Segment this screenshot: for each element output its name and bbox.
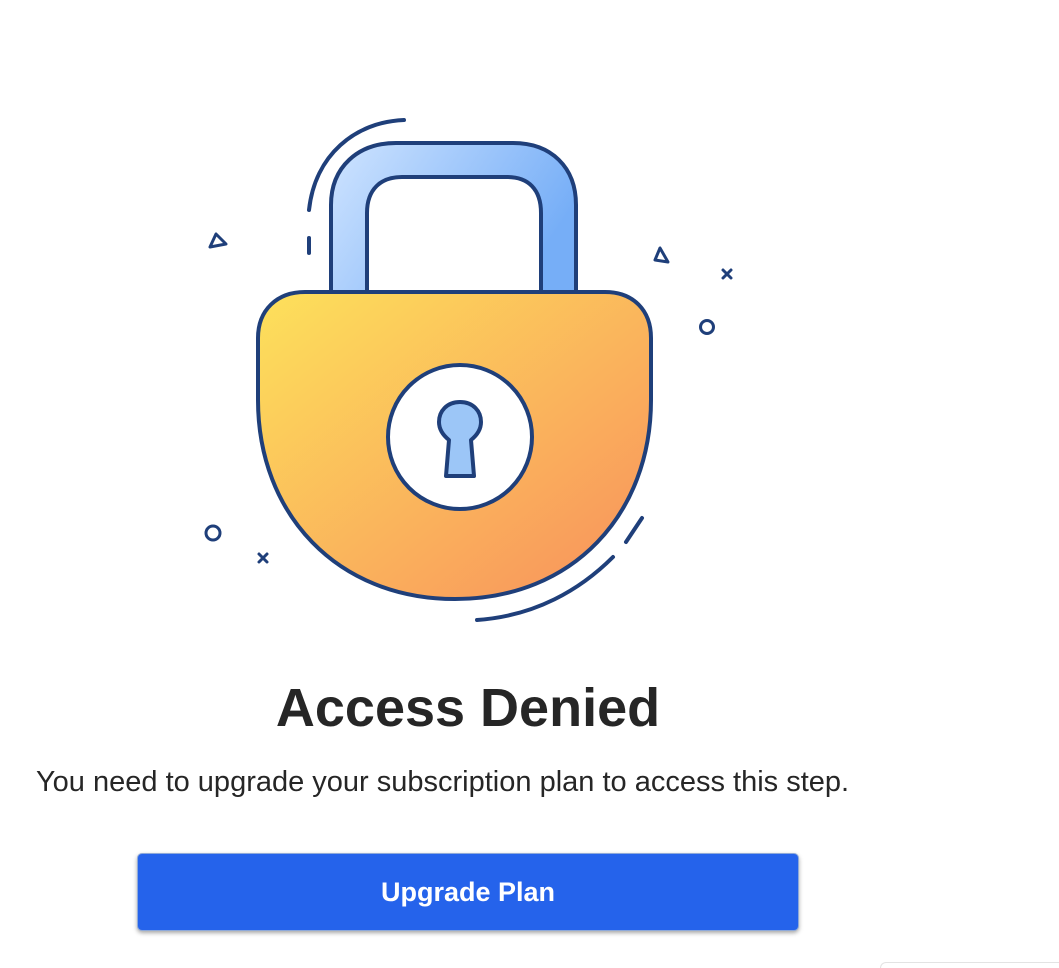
access-denied-page: Access Denied You need to upgrade your s… bbox=[0, 0, 1059, 968]
page-title: Access Denied bbox=[275, 678, 661, 738]
access-message: You need to upgrade your subscription pl… bbox=[36, 766, 850, 798]
shackle-icon bbox=[329, 141, 578, 294]
corner-edge bbox=[880, 962, 1059, 968]
keyhole-icon bbox=[386, 363, 534, 511]
upgrade-plan-button[interactable]: Upgrade Plan bbox=[137, 853, 799, 931]
padlock-illustration bbox=[204, 118, 733, 622]
